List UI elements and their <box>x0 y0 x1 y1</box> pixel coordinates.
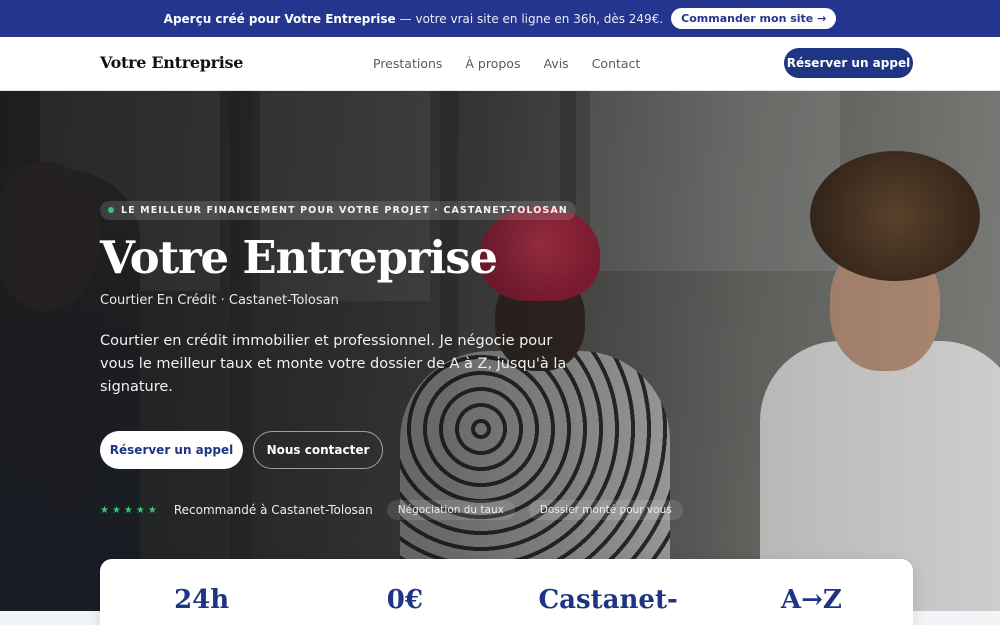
promo-rest-text: — votre vrai site en ligne en 36h, dès 2… <box>399 11 664 26</box>
hero-section: LE MEILLEUR FINANCEMENT POUR VOTRE PROJE… <box>0 91 1000 611</box>
hero-content: LE MEILLEUR FINANCEMENT POUR VOTRE PROJE… <box>100 198 683 520</box>
hero-subtitle: Courtier En Crédit · Castanet-Tolosan <box>100 292 339 308</box>
book-call-nav-button[interactable]: Réserver un appel <box>784 48 913 78</box>
promo-strong-text: Aperçu créé pour Votre Entreprise <box>163 11 396 26</box>
book-call-button[interactable]: Réserver un appel <box>100 431 243 469</box>
brand-logo[interactable]: Votre Entreprise <box>100 53 243 72</box>
hero-title: Votre Entreprise <box>100 230 498 284</box>
navbar: Votre Entreprise Prestations À propos Av… <box>0 37 1000 91</box>
order-site-button[interactable]: Commander mon site → <box>671 8 837 29</box>
status-dot-icon <box>108 207 114 213</box>
stats-card: 24h 0€ Castanet- A→Z <box>100 559 913 625</box>
stat-coverage: A→Z <box>780 585 842 615</box>
contact-us-button[interactable]: Nous contacter <box>253 431 383 469</box>
social-proof-row: ★★★★★ Recommandé à Castanet-Tolosan Négo… <box>100 500 697 520</box>
rating-stars-icon: ★★★★★ <box>100 504 160 516</box>
stat-turnaround: 24h <box>174 585 230 615</box>
feature-chip-dossier: Dossier monté pour vous <box>528 500 683 520</box>
hero-description: Courtier en crédit immobilier et profess… <box>100 332 567 396</box>
main-menu: Prestations À propos Avis Contact <box>373 56 640 71</box>
nav-item-a-propos[interactable]: À propos <box>465 56 520 71</box>
nav-item-prestations[interactable]: Prestations <box>373 56 442 71</box>
promo-bar: Aperçu créé pour Votre Entreprise — votr… <box>0 0 1000 37</box>
stat-cost: 0€ <box>386 585 423 615</box>
nav-item-contact[interactable]: Contact <box>592 56 641 71</box>
recommendation-text: Recommandé à Castanet-Tolosan <box>173 503 373 517</box>
nav-item-avis[interactable]: Avis <box>543 56 568 71</box>
feature-chip-rate: Négociation du taux <box>386 500 515 520</box>
hero-eyebrow-badge: LE MEILLEUR FINANCEMENT POUR VOTRE PROJE… <box>100 200 576 220</box>
eyebrow-text: LE MEILLEUR FINANCEMENT POUR VOTRE PROJE… <box>121 204 568 216</box>
stat-location: Castanet- <box>538 585 678 615</box>
hero-buttons: Réserver un appel Nous contacter <box>100 431 383 469</box>
